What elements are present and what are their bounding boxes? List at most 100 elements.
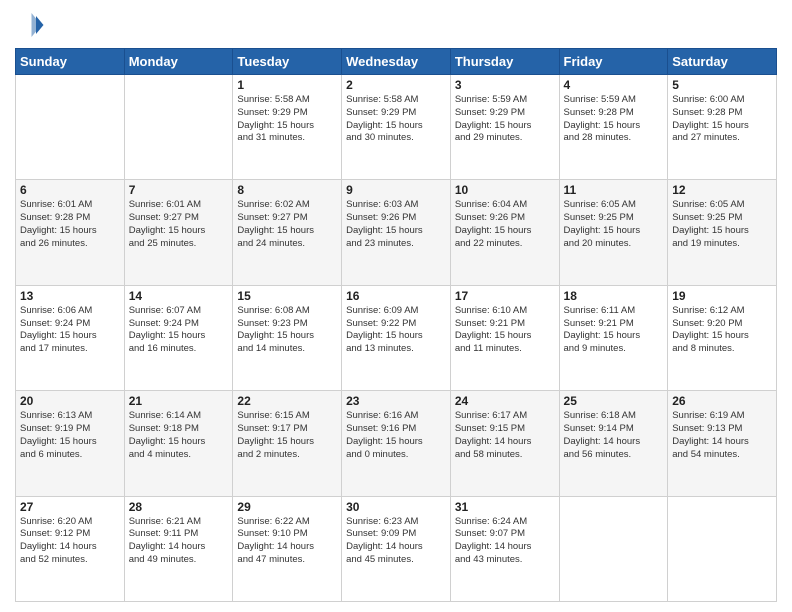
day-number: 24 [455,394,555,408]
day-number: 10 [455,183,555,197]
day-info: Sunrise: 5:58 AM Sunset: 9:29 PM Dayligh… [237,94,337,145]
calendar-cell: 5 Sunrise: 6:00 AM Sunset: 9:28 PM Daylig… [668,75,777,180]
calendar-week-5: 27 Sunrise: 6:20 AM Sunset: 9:12 PM Dayli… [16,496,777,601]
day-number: 5 [672,78,772,92]
day-number: 12 [672,183,772,197]
day-number: 31 [455,500,555,514]
day-info: Sunrise: 5:59 AM Sunset: 9:29 PM Dayligh… [455,94,555,145]
day-info: Sunrise: 6:23 AM Sunset: 9:09 PM Dayligh… [346,516,446,567]
day-number: 26 [672,394,772,408]
calendar-cell: 17Sunrise: 6:10 AM Sunset: 9:21 PM Dayli… [450,285,559,390]
day-info: Sunrise: 6:04 AM Sunset: 9:26 PM Dayligh… [455,199,555,250]
day-number: 13 [20,289,120,303]
calendar-cell: 9 Sunrise: 6:03 AM Sunset: 9:26 PM Daylig… [342,180,451,285]
calendar-cell: 7 Sunrise: 6:01 AM Sunset: 9:27 PM Daylig… [124,180,233,285]
day-info: Sunrise: 6:05 AM Sunset: 9:25 PM Dayligh… [672,199,772,250]
calendar-cell [124,75,233,180]
calendar-cell [559,496,668,601]
day-number: 17 [455,289,555,303]
day-info: Sunrise: 6:17 AM Sunset: 9:15 PM Dayligh… [455,410,555,461]
day-number: 18 [564,289,664,303]
page: Sunday Monday Tuesday Wednesday Thursday… [0,0,792,612]
day-info: Sunrise: 5:59 AM Sunset: 9:28 PM Dayligh… [564,94,664,145]
day-info: Sunrise: 5:58 AM Sunset: 9:29 PM Dayligh… [346,94,446,145]
day-number: 19 [672,289,772,303]
calendar-cell: 13 Sunrise: 6:06 AM Sunset: 9:24 PM Dayli… [16,285,125,390]
day-number: 7 [129,183,229,197]
calendar-cell: 6 Sunrise: 6:01 AM Sunset: 9:28 PM Daylig… [16,180,125,285]
calendar-cell: 19 Sunrise: 6:12 AM Sunset: 9:20 PM Dayli… [668,285,777,390]
calendar-cell: 21 Sunrise: 6:14 AM Sunset: 9:18 PM Dayli… [124,391,233,496]
col-friday: Friday [559,49,668,75]
day-info: Sunrise: 6:08 AM Sunset: 9:23 PM Dayligh… [237,305,337,356]
calendar-cell: 29Sunrise: 6:22 AM Sunset: 9:10 PM Dayli… [233,496,342,601]
calendar-table: Sunday Monday Tuesday Wednesday Thursday… [15,48,777,602]
day-info: Sunrise: 6:20 AM Sunset: 9:12 PM Dayligh… [20,516,120,567]
col-wednesday: Wednesday [342,49,451,75]
day-info: Sunrise: 6:03 AM Sunset: 9:26 PM Dayligh… [346,199,446,250]
day-info: Sunrise: 6:21 AM Sunset: 9:11 PM Dayligh… [129,516,229,567]
day-number: 1 [237,78,337,92]
day-number: 25 [564,394,664,408]
calendar-week-4: 20 Sunrise: 6:13 AM Sunset: 9:19 PM Dayli… [16,391,777,496]
calendar-cell: 12 Sunrise: 6:05 AM Sunset: 9:25 PM Dayli… [668,180,777,285]
logo [15,10,49,40]
calendar-cell [16,75,125,180]
calendar-cell: 31Sunrise: 6:24 AM Sunset: 9:07 PM Dayli… [450,496,559,601]
calendar-cell: 23 Sunrise: 6:16 AM Sunset: 9:16 PM Dayli… [342,391,451,496]
col-saturday: Saturday [668,49,777,75]
header [15,10,777,40]
calendar-cell: 16Sunrise: 6:09 AM Sunset: 9:22 PM Dayli… [342,285,451,390]
calendar-cell: 2 Sunrise: 5:58 AM Sunset: 9:29 PM Daylig… [342,75,451,180]
col-tuesday: Tuesday [233,49,342,75]
day-info: Sunrise: 6:11 AM Sunset: 9:21 PM Dayligh… [564,305,664,356]
day-info: Sunrise: 6:05 AM Sunset: 9:25 PM Dayligh… [564,199,664,250]
calendar-cell: 4 Sunrise: 5:59 AM Sunset: 9:28 PM Daylig… [559,75,668,180]
calendar-cell: 14Sunrise: 6:07 AM Sunset: 9:24 PM Dayli… [124,285,233,390]
calendar-week-3: 13 Sunrise: 6:06 AM Sunset: 9:24 PM Dayli… [16,285,777,390]
calendar-cell: 3 Sunrise: 5:59 AM Sunset: 9:29 PM Daylig… [450,75,559,180]
calendar-cell: 24 Sunrise: 6:17 AM Sunset: 9:15 PM Dayli… [450,391,559,496]
day-info: Sunrise: 6:13 AM Sunset: 9:19 PM Dayligh… [20,410,120,461]
calendar-cell: 22 Sunrise: 6:15 AM Sunset: 9:17 PM Dayli… [233,391,342,496]
day-number: 22 [237,394,337,408]
day-info: Sunrise: 6:16 AM Sunset: 9:16 PM Dayligh… [346,410,446,461]
day-info: Sunrise: 6:15 AM Sunset: 9:17 PM Dayligh… [237,410,337,461]
day-info: Sunrise: 6:01 AM Sunset: 9:28 PM Dayligh… [20,199,120,250]
calendar-cell: 28Sunrise: 6:21 AM Sunset: 9:11 PM Dayli… [124,496,233,601]
day-info: Sunrise: 6:12 AM Sunset: 9:20 PM Dayligh… [672,305,772,356]
calendar-cell: 10 Sunrise: 6:04 AM Sunset: 9:26 PM Dayli… [450,180,559,285]
day-number: 4 [564,78,664,92]
day-number: 11 [564,183,664,197]
calendar-week-2: 6 Sunrise: 6:01 AM Sunset: 9:28 PM Daylig… [16,180,777,285]
day-info: Sunrise: 6:07 AM Sunset: 9:24 PM Dayligh… [129,305,229,356]
calendar-cell: 25Sunrise: 6:18 AM Sunset: 9:14 PM Dayli… [559,391,668,496]
day-info: Sunrise: 6:06 AM Sunset: 9:24 PM Dayligh… [20,305,120,356]
day-info: Sunrise: 6:14 AM Sunset: 9:18 PM Dayligh… [129,410,229,461]
calendar-cell [668,496,777,601]
day-number: 3 [455,78,555,92]
day-number: 27 [20,500,120,514]
col-monday: Monday [124,49,233,75]
day-number: 20 [20,394,120,408]
day-number: 6 [20,183,120,197]
calendar-cell: 11 Sunrise: 6:05 AM Sunset: 9:25 PM Dayli… [559,180,668,285]
day-info: Sunrise: 6:01 AM Sunset: 9:27 PM Dayligh… [129,199,229,250]
day-info: Sunrise: 6:19 AM Sunset: 9:13 PM Dayligh… [672,410,772,461]
day-number: 8 [237,183,337,197]
day-number: 29 [237,500,337,514]
calendar-cell: 27 Sunrise: 6:20 AM Sunset: 9:12 PM Dayli… [16,496,125,601]
day-number: 2 [346,78,446,92]
day-number: 21 [129,394,229,408]
calendar-cell: 1 Sunrise: 5:58 AM Sunset: 9:29 PM Daylig… [233,75,342,180]
logo-icon [15,10,45,40]
day-info: Sunrise: 6:00 AM Sunset: 9:28 PM Dayligh… [672,94,772,145]
day-number: 9 [346,183,446,197]
col-sunday: Sunday [16,49,125,75]
calendar-cell: 20 Sunrise: 6:13 AM Sunset: 9:19 PM Dayli… [16,391,125,496]
day-number: 23 [346,394,446,408]
col-thursday: Thursday [450,49,559,75]
calendar-cell: 18 Sunrise: 6:11 AM Sunset: 9:21 PM Dayli… [559,285,668,390]
day-info: Sunrise: 6:02 AM Sunset: 9:27 PM Dayligh… [237,199,337,250]
day-number: 30 [346,500,446,514]
